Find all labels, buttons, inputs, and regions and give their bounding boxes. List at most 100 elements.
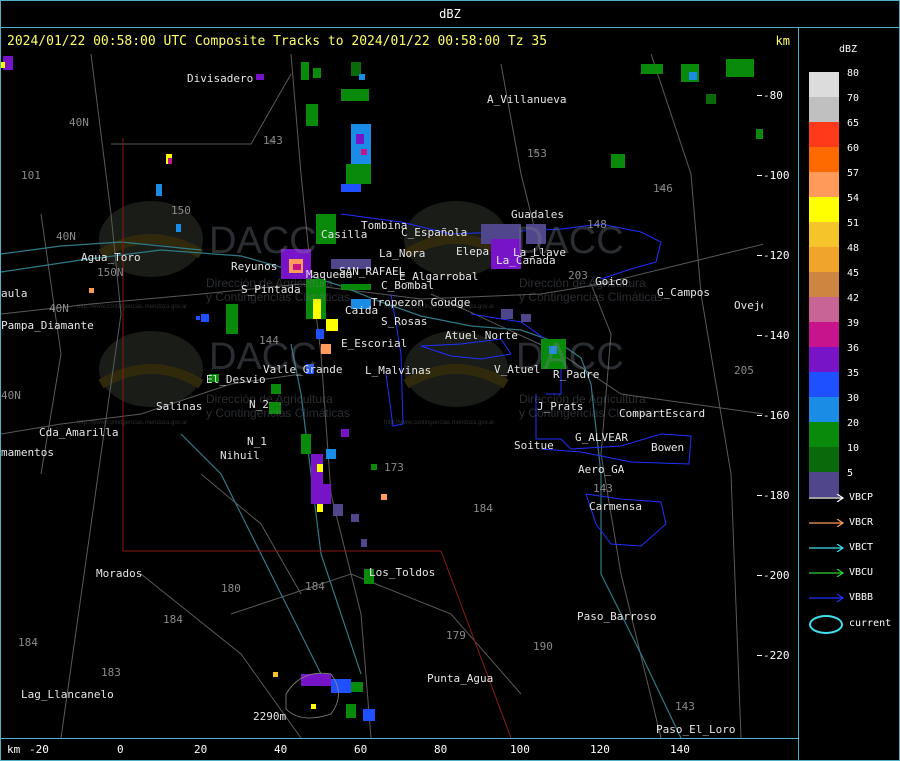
route-number: 184 [18, 636, 38, 649]
dbz-swatch [809, 297, 839, 322]
place-label: aula [1, 287, 28, 300]
place-label: G_Campos [657, 286, 710, 299]
track-arrow-icon [809, 494, 845, 502]
dbz-swatch [809, 247, 839, 272]
place-label: La_Nora [379, 247, 426, 260]
dbz-swatch-label: 60 [847, 143, 860, 154]
route-number: 40N [56, 230, 76, 243]
place-label: V_Atuel [494, 363, 541, 376]
dbz-swatch-label: 80 [847, 68, 860, 79]
x-tick: 140 [670, 743, 690, 756]
route-number: 184 [305, 580, 325, 593]
route-number: 150 [171, 204, 191, 217]
x-tick: 40 [274, 743, 288, 756]
route-number: 180 [221, 582, 241, 595]
x-axis-unit: km [7, 743, 21, 756]
header-unit: km [775, 34, 790, 48]
dbz-swatch-label: 70 [847, 93, 860, 104]
route-number: 183 [101, 666, 121, 679]
place-label: mamentos [1, 446, 54, 459]
place-label: Atuel Norte [445, 329, 518, 342]
route-number: 153 [527, 147, 547, 160]
place-label: R_Padre [553, 368, 600, 381]
place-label: Ovejeria [734, 299, 763, 312]
dbz-swatch-label: 51 [847, 218, 860, 229]
dbz-swatch [809, 122, 839, 147]
dbz-swatch-label: 39 [847, 318, 860, 329]
place-label: Pampa_Diamante [1, 319, 94, 332]
track-arrow-icon [809, 569, 845, 577]
place-label: Elepa [456, 245, 490, 258]
place-label: C_Bombal [381, 279, 434, 292]
dbz-swatch [809, 372, 839, 397]
route-number: 101 [21, 169, 41, 182]
dbz-swatch-label: 48 [847, 243, 860, 254]
current-label: current [849, 618, 892, 629]
dbz-swatch [809, 72, 839, 97]
route-number: 179 [446, 629, 466, 642]
dbz-swatch-label: 30 [847, 393, 860, 404]
dbz-swatch [809, 347, 839, 372]
route-number: 173 [384, 461, 404, 474]
place-label: Soitue [514, 439, 554, 452]
route-number: 190 [533, 640, 553, 653]
y-tick: -100 [757, 169, 790, 182]
place-label: Valle_Grande [263, 363, 343, 376]
route-number: 203 [568, 269, 588, 282]
place-label: Caida [345, 304, 379, 317]
route-number: 143 [263, 134, 283, 147]
place-label: Bowen [651, 441, 685, 454]
y-axis: -80 -100 -120 -140 -160 -180 -200 -220 [757, 54, 798, 738]
x-tick: 100 [510, 743, 530, 756]
route-number: 184 [163, 613, 183, 626]
track-arrow-icon [809, 519, 845, 527]
y-tick: -120 [757, 249, 790, 262]
place-label: S_Pintada [241, 283, 301, 296]
y-tick: -220 [757, 649, 790, 662]
dbz-swatch [809, 272, 839, 297]
watermark-url-d: http://www.contingencias.mendoza.gov.ar [384, 420, 495, 426]
current-marker-icon [809, 615, 843, 634]
watermark-line1-c: Dirección de Agricultura [206, 392, 333, 406]
rivers [1, 241, 682, 738]
dbz-swatch [809, 397, 839, 422]
place-label: Punta_Agua [427, 672, 494, 685]
x-tick: 0 [117, 743, 124, 756]
track-arrow-icon [809, 544, 845, 552]
route-number: 40N [49, 302, 69, 315]
place-label: Aero_GA [578, 463, 625, 476]
map-svg [1, 54, 763, 738]
place-label: A_Villanueva [487, 93, 567, 106]
track-label: VBCR [849, 517, 874, 528]
dbz-swatch [809, 447, 839, 472]
dbz-swatch-label: 65 [847, 118, 860, 129]
dbz-swatch-label: 10 [847, 443, 860, 454]
place-label: La_Llave [513, 246, 566, 259]
place-label: N_2 [249, 398, 269, 411]
place-label: Paso_El_Loro [656, 723, 736, 736]
place-label: El_Desvio [206, 373, 266, 386]
place-label: Morados [96, 567, 143, 580]
place-label: E_Escorial [341, 337, 408, 350]
track-arrow-icon [809, 594, 845, 602]
route-number: 148 [587, 218, 607, 231]
legend-panel: dBZ 80 70 65 60 57 54 51 48 45 42 39 36 35 30 20 10 5 VB… [798, 28, 900, 761]
dbz-swatch-label: 36 [847, 343, 860, 354]
place-label: Guadales [511, 208, 564, 221]
route-number: 205 [734, 364, 754, 377]
place-label: G_ALVEAR [575, 431, 628, 444]
place-label: CompartEscard [619, 407, 706, 420]
radar-map[interactable]: DACC DACC DACC DACC Dirección de Agricul… [0, 54, 763, 738]
route-number: 40N [1, 389, 21, 402]
y-tick: -180 [757, 489, 790, 502]
y-tick: -200 [757, 569, 790, 582]
watermark-line2-b: y Contingencias Climáticas [519, 290, 664, 304]
route-number: 184 [473, 502, 493, 515]
x-tick: -20 [29, 743, 49, 756]
place-label: Goico [595, 275, 629, 288]
dbz-swatch-label: 54 [847, 193, 860, 204]
place-label: Divisadero [187, 72, 254, 85]
dbz-swatch [809, 172, 839, 197]
track-label: VBCP [849, 492, 874, 503]
composite-header: 2024/01/22 00:58:00 UTC Composite Tracks… [0, 28, 798, 54]
